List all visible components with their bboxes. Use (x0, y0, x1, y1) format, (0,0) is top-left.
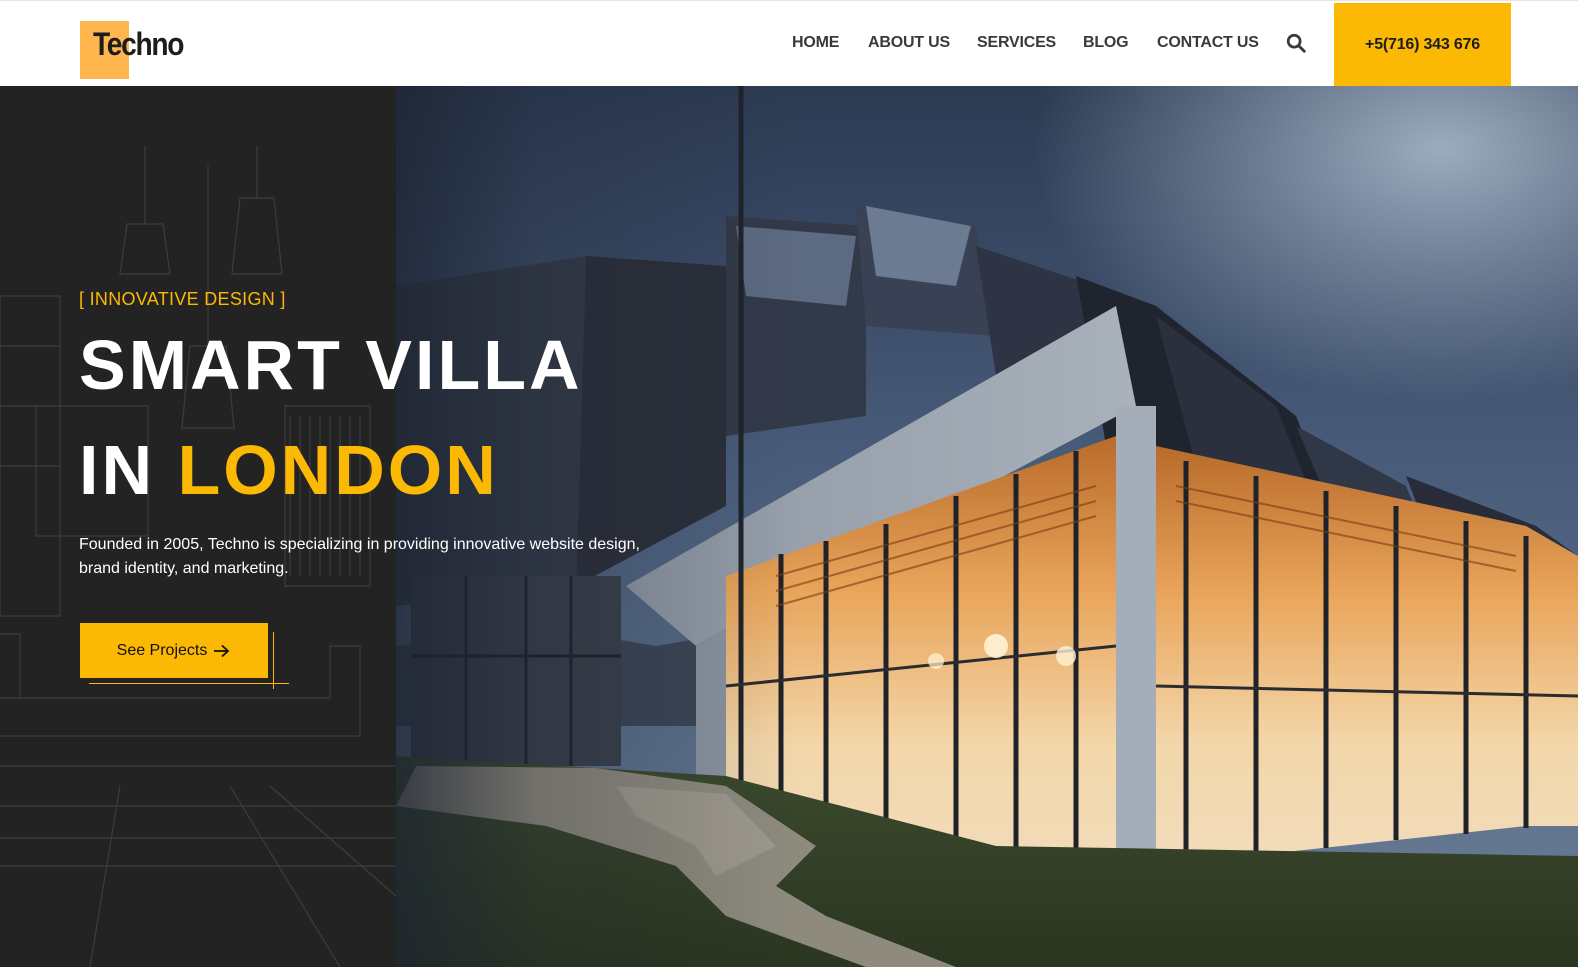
hero-content: [ INNOVATIVE DESIGN ] SMART VILLA IN LON… (0, 86, 1578, 967)
phone-button[interactable]: +5(716) 343 676 (1334, 3, 1511, 86)
hero-kicker: [ INNOVATIVE DESIGN ] (79, 289, 286, 309)
arrow-right-icon (214, 644, 230, 657)
hero-title-highlight: LONDON (177, 431, 499, 509)
hero-title-line-1: SMART VILLA (79, 326, 583, 404)
site-header: Techno HOME ABOUT US SERVICES BLOG CONTA… (0, 0, 1578, 86)
nav-item-blog[interactable]: BLOG (1083, 34, 1129, 52)
nav-item-about-us[interactable]: ABOUT US (868, 34, 950, 52)
see-projects-button[interactable]: See Projects (80, 623, 268, 678)
cta-decor-line-horizontal (89, 683, 289, 684)
nav-item-services[interactable]: SERVICES (977, 34, 1056, 52)
logo[interactable]: Techno (80, 21, 210, 81)
see-projects-label: See Projects (116, 641, 208, 659)
hero-title-line-2: IN LONDON (79, 435, 499, 505)
hero-title-prefix: IN (79, 431, 178, 509)
nav-item-home[interactable]: HOME (792, 34, 839, 52)
hero-section: [ INNOVATIVE DESIGN ] SMART VILLA IN LON… (0, 86, 1578, 967)
hero-description: Founded in 2005, Techno is specializing … (79, 536, 640, 577)
cta-decor-line-vertical (273, 632, 274, 689)
logo-text: Techno (93, 26, 184, 62)
nav-item-contact-us[interactable]: CONTACT US (1157, 34, 1259, 52)
search-icon[interactable] (1285, 32, 1307, 54)
